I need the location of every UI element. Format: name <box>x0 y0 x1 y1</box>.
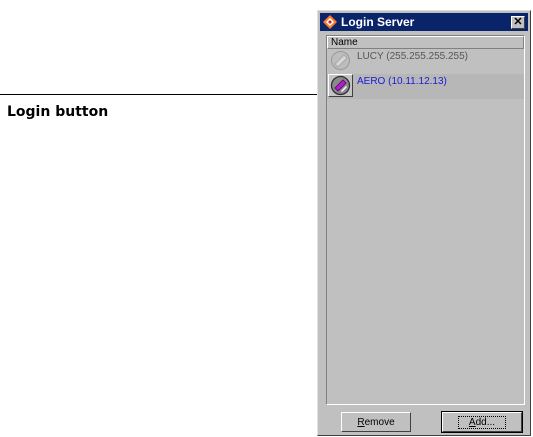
close-icon: ✕ <box>513 15 523 28</box>
remove-label: emove <box>364 416 395 428</box>
server-name-lucy: LUCY (255.255.255.255) <box>357 51 469 62</box>
column-header-name[interactable]: Name <box>327 36 524 49</box>
login-button-aero[interactable] <box>328 74 353 97</box>
server-name-aero: AERO (10.11.12.13) <box>357 76 447 87</box>
server-disconnected-icon <box>331 51 350 70</box>
callout-label: Login button <box>7 104 109 120</box>
remove-button[interactable]: Remove <box>341 412 411 432</box>
server-connected-icon <box>330 75 351 96</box>
callout-line <box>0 94 330 95</box>
add-mnemonic: A <box>468 416 476 428</box>
app-logo-icon <box>323 15 337 29</box>
add-button[interactable]: Add... <box>441 411 523 433</box>
login-button-lucy[interactable] <box>328 49 353 72</box>
server-list[interactable]: Name LUCY (255.255.255.255) AERO (10.11.… <box>326 35 525 405</box>
remove-mnemonic: R <box>357 416 365 428</box>
server-row-lucy[interactable]: LUCY (255.255.255.255) <box>327 49 524 74</box>
add-label: dd... <box>475 416 496 428</box>
window-title: Login Server <box>341 15 415 29</box>
close-button[interactable]: ✕ <box>511 15 525 29</box>
server-row-aero[interactable]: AERO (10.11.12.13) <box>327 74 524 99</box>
title-bar[interactable]: Login Server ✕ <box>320 13 528 31</box>
login-server-window: Login Server ✕ Name LUCY (255.255.255.25… <box>317 10 531 436</box>
